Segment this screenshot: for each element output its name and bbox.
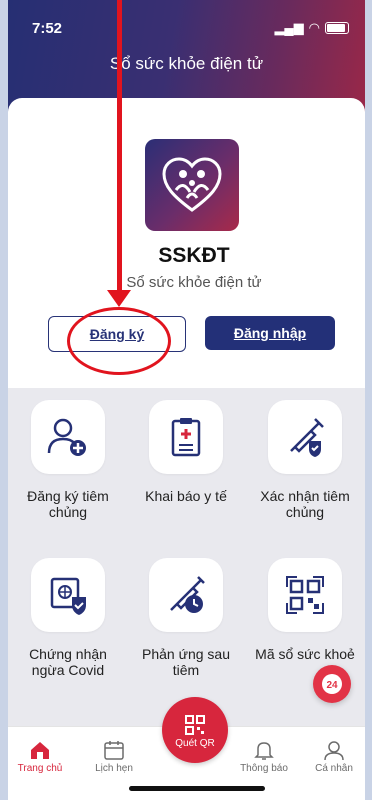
svg-text:24: 24 <box>326 680 338 691</box>
tile-label: Chứng nhận ngừa Covid <box>29 646 107 678</box>
tile-label: Xác nhận tiêm chủng <box>260 488 350 520</box>
home-icon <box>31 742 49 759</box>
tile-post-vaccine-reaction[interactable]: Phản ứng sau tiêm <box>130 558 242 678</box>
status-bar: 7:52 ▂▄▆ ◠ <box>8 18 365 42</box>
heart-family-icon <box>162 157 222 212</box>
brand-subtitle: Sổ sức khỏe điện tử <box>126 274 262 291</box>
app-logo <box>145 139 239 231</box>
wifi-icon: ◠ <box>308 20 320 35</box>
user-icon <box>324 741 344 761</box>
clipboard-icon <box>171 418 201 457</box>
qr-scan-icon <box>185 714 205 735</box>
welcome-card: SSKĐT Sổ sức khỏe điện tử Đăng ký Đăng n… <box>8 98 365 388</box>
status-icons: ▂▄▆ ◠ <box>274 20 349 36</box>
tile-label: Đăng ký tiêm chủng <box>27 488 109 520</box>
scan-qr-button[interactable]: Quét QR <box>162 697 228 763</box>
hotline-24-icon: 24 <box>322 674 342 694</box>
tile-vaccine-register[interactable]: Đăng ký tiêm chủng <box>12 400 124 520</box>
tab-label: Thông báo <box>240 763 288 774</box>
annotation-arrowhead <box>107 290 131 307</box>
tab-home[interactable]: Trang chủ <box>10 737 70 774</box>
tile-label: Phản ứng sau tiêm <box>142 646 230 678</box>
annotation-arrow <box>117 0 122 293</box>
app-screen: 7:52 ▂▄▆ ◠ Sổ sức khỏe điện tử SSKĐT Sổ … <box>8 0 365 800</box>
bell-icon <box>254 742 274 760</box>
calendar-icon <box>104 741 124 760</box>
tile-label: Mã sổ sức khoẻ <box>255 646 355 662</box>
annotation-circle <box>67 307 171 375</box>
hotline-fab[interactable]: 24 <box>313 665 351 703</box>
tile-vaccine-confirm[interactable]: Xác nhận tiêm chủng <box>249 400 361 520</box>
battery-icon <box>325 22 349 34</box>
syringe-shield-icon <box>290 418 324 457</box>
home-indicator <box>129 786 265 791</box>
syringe-clock-icon <box>170 576 205 613</box>
passport-shield-icon <box>50 577 86 615</box>
login-button[interactable]: Đăng nhập <box>205 316 335 350</box>
tab-profile[interactable]: Cá nhân <box>304 737 364 774</box>
user-add-icon <box>47 418 86 456</box>
brand-name: SSKĐT <box>158 244 230 267</box>
signal-icon: ▂▄▆ <box>274 20 304 35</box>
status-time: 7:52 <box>32 20 63 37</box>
tile-covid-certificate[interactable]: Chứng nhận ngừa Covid <box>12 558 124 678</box>
tab-label: Lịch hẹn <box>95 763 133 774</box>
page-title: Sổ sức khỏe điện tử <box>109 54 264 73</box>
tile-health-declaration[interactable]: Khai báo y tế <box>130 400 242 504</box>
tile-label: Khai báo y tế <box>145 488 227 504</box>
tab-label: Cá nhân <box>315 763 353 774</box>
tab-label: Trang chủ <box>17 763 63 774</box>
tile-health-code[interactable]: Mã sổ sức khoẻ <box>249 558 361 662</box>
tab-schedule[interactable]: Lịch hẹn <box>84 737 144 774</box>
tab-notifications[interactable]: Thông báo <box>234 737 294 774</box>
qr-code-icon <box>286 576 324 614</box>
scan-label: Quét QR <box>175 737 215 749</box>
